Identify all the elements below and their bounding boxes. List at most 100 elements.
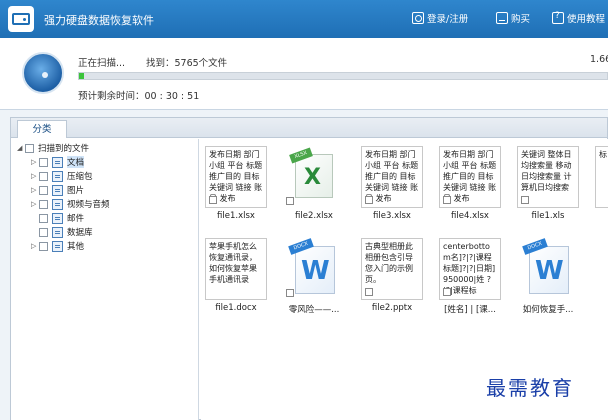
tree-checkbox[interactable] — [39, 227, 48, 237]
file-checkbox[interactable] — [521, 196, 529, 204]
tree-item-media[interactable]: ▷ 视频与音频 — [31, 197, 110, 211]
file-item[interactable]: 发布日期 部门小组 平台 标题 推广目的 目标关键词 链接 账号 发布 file… — [435, 139, 505, 229]
tree-checkbox[interactable] — [39, 199, 48, 209]
user-icon — [412, 12, 424, 24]
file-checkbox[interactable] — [443, 196, 451, 204]
tree-checkbox[interactable] — [39, 157, 48, 167]
tutorial-button[interactable]: 使用教程 — [552, 11, 605, 25]
file-item[interactable]: 苹果手机怎么恢复通讯录，如何恢复苹果手机通讯录 file1.docx — [201, 231, 271, 321]
file-name: file1.xls — [531, 211, 565, 221]
tree-item-mail[interactable]: 邮件 — [39, 211, 84, 225]
expand-arrow-icon[interactable]: ▷ — [31, 200, 39, 208]
tree-item-database[interactable]: 数据库 — [39, 225, 93, 239]
expand-arrow-icon[interactable]: ▷ — [31, 242, 39, 250]
preview-text: 苹果手机怎么恢复通讯录，如何恢复苹果手机通讯录 — [209, 242, 257, 284]
file-item[interactable]: 发布日期 部门小组 平台 标题 推广目的 目标关键词 链接 账号 发布 file… — [357, 139, 427, 229]
scan-status: 正在扫描... — [78, 58, 126, 69]
file-name: file2.pptx — [371, 303, 413, 313]
remaining-time: 预计剩余时间：00 : 30 : 51 — [78, 91, 200, 102]
file-preview[interactable]: DOCX W — [517, 238, 579, 300]
file-checkbox[interactable] — [209, 196, 217, 204]
help-icon — [552, 11, 564, 24]
expand-arrow-icon[interactable]: ▷ — [31, 158, 39, 166]
preview-text: 标 1 — [599, 150, 608, 159]
tree-item-other[interactable]: ▷ 其他 — [31, 239, 84, 253]
tab-category[interactable]: 分类 — [17, 120, 67, 138]
expand-arrow-icon[interactable]: ▷ — [31, 172, 39, 180]
file-name: file4.xlsx — [451, 211, 489, 221]
archive-icon — [52, 170, 63, 182]
file-preview[interactable]: 标 1 — [595, 146, 608, 208]
file-preview[interactable]: centerbottom名]?|?|课程标题]?|?|日期]950000|姓 ?… — [439, 238, 501, 300]
tree-item-label: 数据库 — [67, 228, 93, 238]
scan-progress-bar — [78, 72, 608, 80]
file-type-badge: XLSX — [289, 147, 313, 164]
file-item[interactable]: 关键词 整体日均搜索量 移动日均搜索量 计算机日均搜索 file1.xls — [513, 139, 583, 229]
file-item[interactable]: centerbottom名]?|?|课程标题]?|?|日期]950000|姓 ?… — [435, 231, 505, 321]
tree-checkbox[interactable] — [39, 241, 48, 251]
tree-root-label: 扫描到的文件 — [38, 144, 90, 154]
tree-checkbox[interactable] — [25, 143, 34, 153]
file-checkbox[interactable] — [443, 288, 451, 296]
file-preview[interactable]: DOCX W — [283, 238, 345, 300]
file-preview[interactable]: 苹果手机怎么恢复通讯录，如何恢复苹果手机通讯录 — [205, 238, 267, 300]
file-name: file1.docx — [215, 303, 257, 313]
file-item[interactable]: 标 1 — [591, 139, 608, 229]
file-checkbox[interactable] — [365, 196, 373, 204]
file-name: 零风险——... — [288, 305, 340, 315]
other-files-icon — [52, 240, 63, 252]
title-bar: 强力硬盘数据恢复软件 登录/注册 购买 使用教程 — [0, 0, 608, 38]
tree-item-label: 压缩包 — [67, 172, 93, 182]
expand-arrow-icon[interactable]: ▷ — [31, 186, 39, 194]
tree-item-label: 文档 — [67, 156, 85, 168]
app-title: 强力硬盘数据恢复软件 — [44, 14, 154, 27]
scanned-size: 1.66 — [590, 54, 608, 65]
excel-file-icon: XLSX X — [289, 147, 333, 198]
file-item[interactable]: 古典型相册此相册包含引导您入门的示例页。 file2.pptx — [357, 231, 427, 321]
tree-item-label: 图片 — [67, 186, 85, 196]
file-preview[interactable]: XLSX X — [283, 146, 345, 208]
file-preview[interactable]: 发布日期 部门小组 平台 标题 推广目的 目标关键词 链接 账号 发布 — [205, 146, 267, 208]
tree-item-label: 视频与音频 — [67, 200, 110, 210]
database-icon — [52, 226, 63, 238]
scan-progress-fill — [79, 73, 85, 79]
file-preview[interactable]: 关键词 整体日均搜索量 移动日均搜索量 计算机日均搜索 — [517, 146, 579, 208]
tree-item-label: 其他 — [67, 242, 85, 252]
tree-item-label: 邮件 — [67, 214, 85, 224]
word-file-icon: DOCX W — [521, 238, 575, 298]
tree-root[interactable]: ◢ 扫描到的文件 — [17, 141, 89, 155]
image-icon — [52, 184, 63, 196]
scan-panel: 正在扫描... 找到：5765个文件 1.66 预计剩余时间：00 : 30 :… — [0, 38, 608, 110]
found-count: 找到：5765个文件 — [146, 58, 228, 69]
preview-text: 古典型相册此相册包含引导您入门的示例页。 — [365, 242, 413, 284]
file-checkbox[interactable] — [286, 197, 294, 205]
file-item[interactable]: DOCX W 零风险——... — [279, 231, 349, 321]
file-preview[interactable]: 发布日期 部门小组 平台 标题 推广目的 目标关键词 链接 账号 发布 — [439, 146, 501, 208]
file-checkbox[interactable] — [286, 289, 294, 297]
file-item[interactable]: XLSX X file2.xlsx — [279, 139, 349, 229]
tree-checkbox[interactable] — [39, 213, 48, 223]
file-preview[interactable]: 古典型相册此相册包含引导您入门的示例页。 — [361, 238, 423, 300]
tree-checkbox[interactable] — [39, 171, 48, 181]
collapse-arrow-icon[interactable]: ◢ — [17, 144, 25, 152]
mail-icon — [52, 212, 63, 224]
tutorial-label: 使用教程 — [567, 14, 606, 25]
file-item[interactable]: 发布日期 部门小组 平台 标题 推广目的 目标关键词 链接 账号 发布 file… — [201, 139, 271, 229]
document-icon — [52, 156, 63, 168]
hard-drive-icon — [8, 6, 34, 32]
login-button[interactable]: 登录/注册 — [412, 11, 468, 25]
tree-checkbox[interactable] — [39, 185, 48, 195]
buy-button[interactable]: 购买 — [496, 11, 530, 25]
tree-item-archives[interactable]: ▷ 压缩包 — [31, 169, 93, 183]
tree-item-documents[interactable]: ▷ 文档 — [31, 155, 85, 169]
category-tree: ◢ 扫描到的文件 ▷ 文档 ▷ 压缩包 ▷ 图片 ▷ 视频与音频 邮件 数据库 … — [11, 139, 199, 420]
word-file-icon: DOCX W — [287, 238, 341, 298]
tree-item-images[interactable]: ▷ 图片 — [31, 183, 84, 197]
file-item[interactable]: DOCX W 如何恢复手... — [513, 231, 583, 321]
login-label: 登录/注册 — [427, 14, 469, 25]
file-name: file3.xlsx — [373, 211, 411, 221]
file-checkbox[interactable] — [365, 288, 373, 296]
file-preview[interactable]: 发布日期 部门小组 平台 标题 推广目的 目标关键词 链接 账号 发布 — [361, 146, 423, 208]
file-name: 如何恢复手... — [522, 305, 574, 315]
file-name: [姓名] | [课... — [444, 305, 496, 315]
